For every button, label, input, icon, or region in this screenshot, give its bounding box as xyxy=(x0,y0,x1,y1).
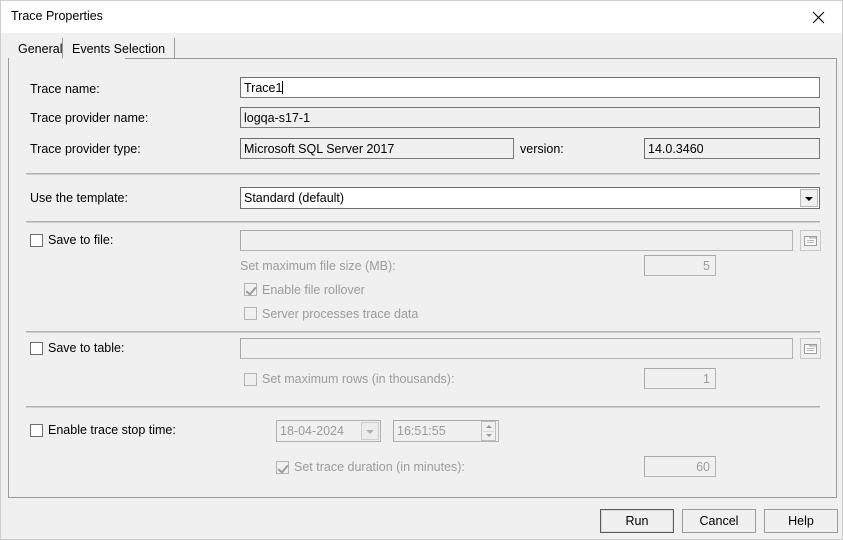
trace-name-value: Trace1 xyxy=(244,81,282,95)
template-value: Standard (default) xyxy=(244,191,344,205)
enable-file-rollover-checkbox[interactable] xyxy=(244,283,257,296)
trace-duration-input[interactable]: 60 xyxy=(644,456,716,477)
title-bar: Trace Properties xyxy=(1,1,842,33)
version-label: version: xyxy=(520,142,564,156)
tab-events-selection[interactable]: Events Selection xyxy=(62,38,175,59)
enable-trace-stop-time-checkbox[interactable] xyxy=(30,424,43,437)
template-select[interactable]: Standard (default) xyxy=(240,187,820,209)
set-trace-duration-label: Set trace duration (in minutes): xyxy=(294,460,465,474)
trace-name-input[interactable]: Trace1 xyxy=(240,77,820,98)
folder-browse-icon[interactable] xyxy=(800,230,821,251)
trace-provider-name-label: Trace provider name: xyxy=(30,111,148,125)
template-label: Use the template: xyxy=(30,191,128,205)
enable-file-rollover-label: Enable file rollover xyxy=(262,283,365,297)
set-maximum-rows-label: Set maximum rows (in thousands): xyxy=(262,372,454,386)
calendar-chevron-down-icon[interactable] xyxy=(361,422,379,440)
run-button[interactable]: Run xyxy=(600,509,674,533)
divider-1 xyxy=(26,173,820,175)
max-file-size-input[interactable]: 5 xyxy=(644,255,716,276)
close-icon[interactable] xyxy=(796,1,842,32)
trace-properties-dialog: Trace Properties General Events Selectio… xyxy=(0,0,843,540)
stop-time-spinner[interactable] xyxy=(481,421,496,441)
cancel-button[interactable]: Cancel xyxy=(682,509,756,533)
stop-date-value: 18-04-2024 xyxy=(280,424,344,438)
spinner-down-icon[interactable] xyxy=(486,434,492,437)
stop-date-picker[interactable]: 18-04-2024 xyxy=(276,420,381,442)
save-to-table-path-input[interactable] xyxy=(240,338,793,359)
divider-3 xyxy=(26,331,820,333)
panel-active-tab-gap xyxy=(9,58,125,59)
chevron-down-icon[interactable] xyxy=(800,189,818,207)
max-file-size-label: Set maximum file size (MB): xyxy=(240,259,396,273)
trace-provider-type-value: Microsoft SQL Server 2017 xyxy=(240,138,514,159)
enable-trace-stop-time-label: Enable trace stop time: xyxy=(48,423,176,437)
max-rows-input[interactable]: 1 xyxy=(644,368,716,389)
spinner-up-icon[interactable] xyxy=(486,425,492,428)
server-processes-trace-data-checkbox[interactable] xyxy=(244,307,257,320)
save-to-file-path-input[interactable] xyxy=(240,230,793,251)
divider-2 xyxy=(26,221,820,223)
set-trace-duration-checkbox[interactable] xyxy=(276,461,289,474)
version-value: 14.0.3460 xyxy=(644,138,820,159)
trace-name-label: Trace name: xyxy=(30,82,100,96)
spinner-divider xyxy=(483,431,494,432)
divider-4 xyxy=(26,406,820,408)
text-caret xyxy=(282,81,283,94)
save-to-file-checkbox[interactable] xyxy=(30,234,43,247)
tab-strip: General Events Selection xyxy=(1,33,842,59)
server-processes-trace-data-label: Server processes trace data xyxy=(262,307,418,321)
trace-provider-type-label: Trace provider type: xyxy=(30,142,141,156)
window-title: Trace Properties xyxy=(11,9,103,23)
save-to-table-label: Save to table: xyxy=(48,341,124,355)
help-button[interactable]: Help xyxy=(764,509,838,533)
trace-provider-name-value: logqa-s17-1 xyxy=(240,107,820,128)
save-to-file-label: Save to file: xyxy=(48,233,113,247)
panel-top-border xyxy=(8,58,837,59)
folder-browse-icon[interactable] xyxy=(800,338,821,359)
save-to-table-checkbox[interactable] xyxy=(30,342,43,355)
set-maximum-rows-checkbox[interactable] xyxy=(244,373,257,386)
